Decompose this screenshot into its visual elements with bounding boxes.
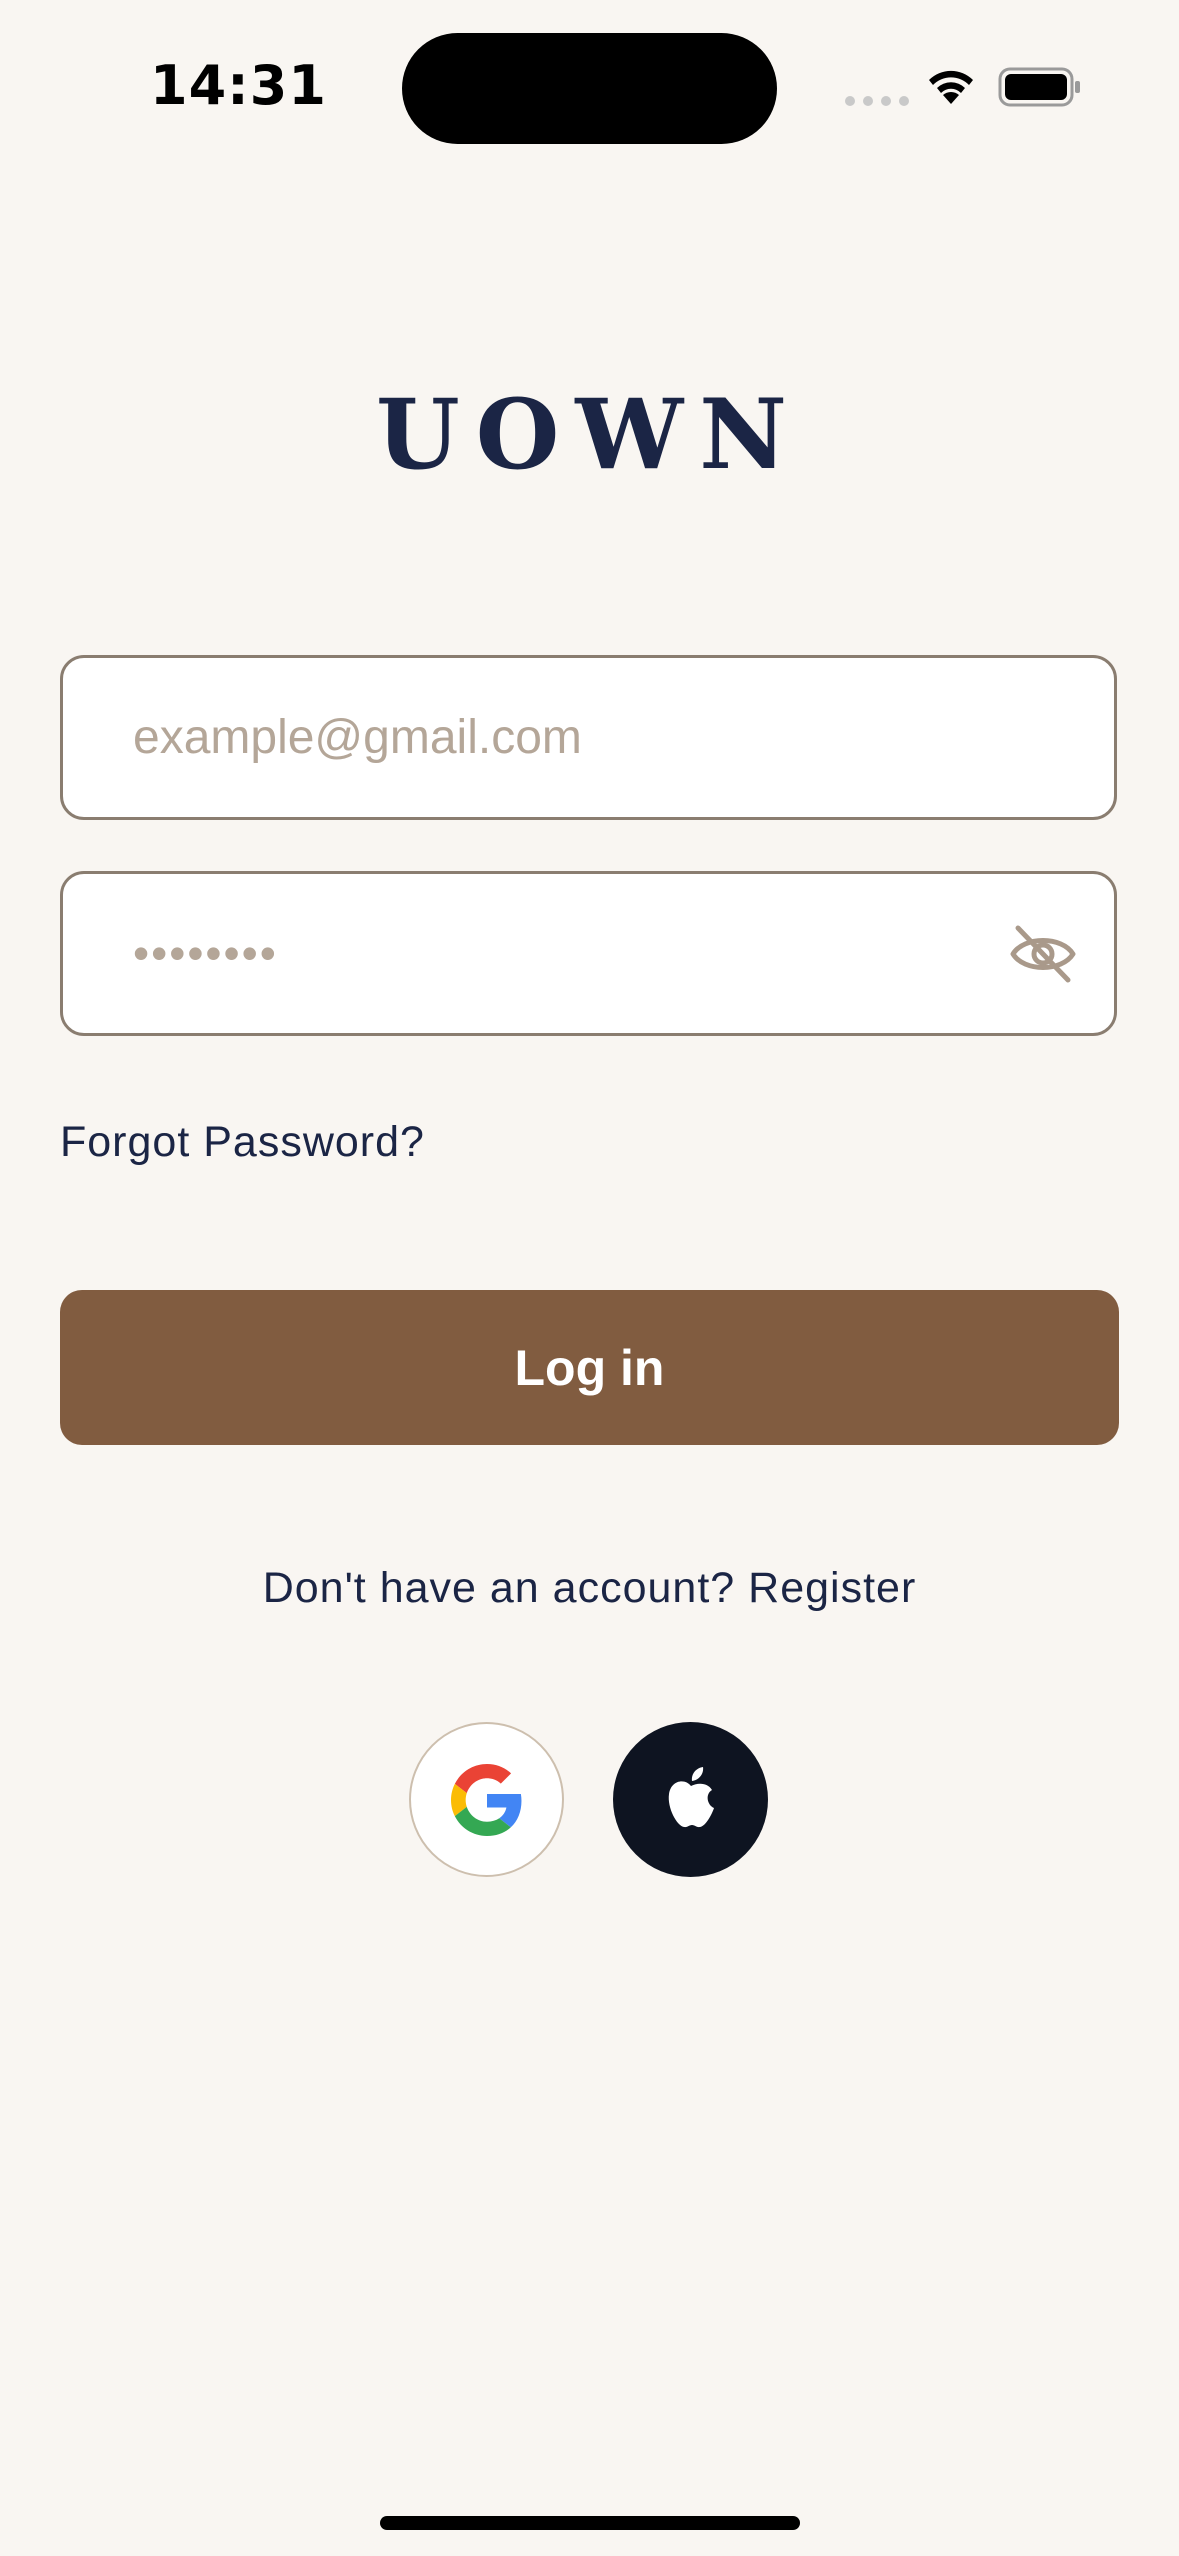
status-bar: 14:31 [0, 0, 1179, 180]
login-button[interactable]: Log in [60, 1290, 1119, 1445]
register-prompt-text: Don't have an account? [262, 1564, 736, 1612]
wifi-icon [929, 70, 973, 104]
password-field[interactable]: •••••••• [60, 871, 1117, 1036]
status-time: 14:31 [150, 54, 327, 117]
eye-off-icon[interactable] [1008, 922, 1078, 986]
email-placeholder: example@gmail.com [133, 711, 582, 764]
apple-icon [668, 1766, 714, 1827]
register-prompt: Don't have an account? Register [0, 1564, 1179, 1613]
cellular-signal-icon [845, 96, 909, 106]
forgot-password-link[interactable]: Forgot Password? [60, 1118, 425, 1167]
apple-signin-button[interactable] [613, 1722, 768, 1877]
email-field[interactable]: example@gmail.com [60, 655, 1117, 820]
password-value: •••••••• [133, 927, 278, 979]
app-logo: UOWN [376, 378, 803, 491]
register-link[interactable]: Register [748, 1564, 916, 1612]
home-indicator [380, 2516, 800, 2530]
battery-icon [998, 67, 1080, 107]
google-icon [450, 1763, 521, 1836]
google-signin-button[interactable] [409, 1722, 564, 1877]
dynamic-island [402, 33, 777, 144]
